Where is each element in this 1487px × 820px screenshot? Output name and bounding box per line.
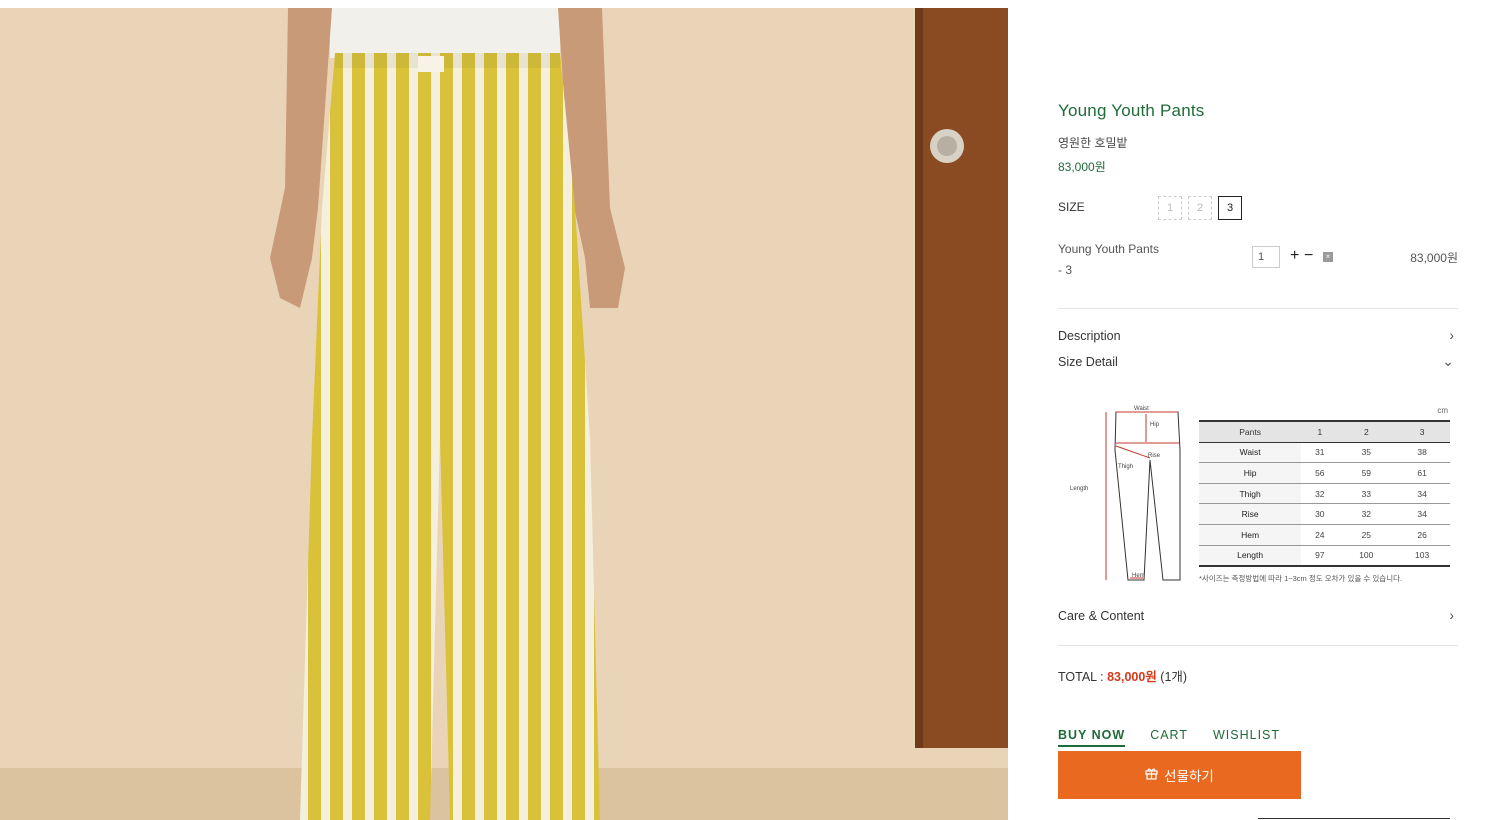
gift-button-label: 선물하기 <box>1164 769 1214 784</box>
chevron-right-icon: › <box>1449 327 1454 343</box>
purchase-actions: BUY NOW CART WISHLIST <box>1058 728 1305 747</box>
table-cell: 56 <box>1301 462 1339 484</box>
accordion-care-content-label: Care & Content <box>1058 609 1145 623</box>
table-cell: 34 <box>1394 503 1450 525</box>
table-cell: 26 <box>1394 524 1450 546</box>
table-cell: 24 <box>1301 524 1339 546</box>
row-label: Length <box>1199 545 1302 568</box>
table-cell: 103 <box>1394 545 1450 568</box>
table-cell: 31 <box>1301 442 1339 464</box>
buy-now-button[interactable]: BUY NOW <box>1058 728 1126 747</box>
table-cell: 35 <box>1338 442 1395 464</box>
table-cell: 33 <box>1338 483 1395 505</box>
table-row: Hem 24 25 26 <box>1199 524 1450 546</box>
gift-button[interactable]: 선물하기 <box>1058 751 1301 799</box>
selected-option-line1: Young Youth Pants <box>1058 242 1159 256</box>
table-cell: 25 <box>1338 524 1395 546</box>
selected-option-price: 83,000원 <box>1410 251 1458 265</box>
total-price: TOTAL : 83,000원 (1개) <box>1058 666 1187 685</box>
product-image <box>0 8 1008 820</box>
product-price: 83,000원 <box>1058 160 1106 174</box>
pants-diagram: Waist Hip Rise Thigh Length Hem <box>1070 406 1181 581</box>
selected-option-name: Young Youth Pants - 3 <box>1058 239 1218 281</box>
total-count: (1개) <box>1156 670 1188 684</box>
size-label: SIZE <box>1058 200 1085 214</box>
diagram-label-hem: Hem <box>1132 573 1145 579</box>
divider <box>1058 308 1458 309</box>
table-row: Waist 31 35 38 <box>1199 442 1450 464</box>
wishlist-button[interactable]: WISHLIST <box>1213 728 1280 747</box>
row-label: Hip <box>1199 462 1302 484</box>
selected-option-line2: - 3 <box>1058 263 1073 277</box>
product-info-panel: Young Youth Pants 영원한 호밀밭 83,000원 SIZE 1… <box>1058 0 1458 820</box>
chevron-down-icon: ⌄ <box>1442 353 1454 369</box>
size-option-1[interactable]: 1 <box>1158 196 1182 220</box>
size-note: *사이즈는 측정방법에 따라 1~3cm 정도 오차가 있을 수 있습니다. <box>1199 574 1403 583</box>
accordion-care-content[interactable]: Care & Content › <box>1058 607 1458 623</box>
size-table-header-cell: 2 <box>1338 419 1395 443</box>
row-label: Waist <box>1199 442 1302 464</box>
divider <box>1058 645 1458 646</box>
size-unit-label: cm <box>1437 406 1448 415</box>
diagram-label-thigh: Thigh <box>1118 464 1133 470</box>
quantity-increase-button[interactable]: + <box>1290 247 1299 265</box>
total-label: TOTAL : <box>1058 670 1108 684</box>
table-row: Length 97 100 103 <box>1199 545 1450 568</box>
table-cell: 61 <box>1394 462 1450 484</box>
diagram-label-rise: Rise <box>1148 453 1161 459</box>
diagram-label-length: Length <box>1070 486 1088 492</box>
cart-button[interactable]: CART <box>1150 728 1188 747</box>
chevron-right-icon: › <box>1449 607 1454 623</box>
row-label: Rise <box>1199 503 1302 525</box>
size-table-header-cell: Pants <box>1199 419 1302 443</box>
diagram-label-hip: Hip <box>1150 422 1160 428</box>
accordion-description[interactable]: Description › <box>1058 327 1458 343</box>
size-table-header: Pants 1 2 3 <box>1199 419 1450 443</box>
size-option-3[interactable]: 3 <box>1218 196 1242 220</box>
accordion-description-label: Description <box>1058 329 1121 343</box>
product-subtitle: 영원한 호밀밭 <box>1058 136 1128 150</box>
size-detail-panel: Waist Hip Rise Thigh Length Hem cm Pants… <box>1068 400 1458 590</box>
row-label: Thigh <box>1199 483 1302 505</box>
table-cell: 34 <box>1394 483 1450 505</box>
gift-icon <box>1145 767 1158 783</box>
size-table-header-cell: 1 <box>1301 419 1339 443</box>
table-row: Hip 56 59 61 <box>1199 462 1450 484</box>
row-label: Hem <box>1199 524 1302 546</box>
quantity-input[interactable]: 1 <box>1252 246 1280 268</box>
table-cell: 59 <box>1338 462 1395 484</box>
remove-option-button[interactable]: × <box>1323 252 1333 262</box>
table-row: Rise 30 32 34 <box>1199 503 1450 525</box>
table-cell: 38 <box>1394 442 1450 464</box>
size-table: Pants 1 2 3 Waist 31 35 38 Hip 56 59 61 <box>1199 419 1450 568</box>
table-cell: 100 <box>1338 545 1395 568</box>
quantity-decrease-button[interactable]: − <box>1304 247 1313 265</box>
accordion-size-detail-label: Size Detail <box>1058 355 1118 369</box>
accordion-size-detail[interactable]: Size Detail ⌄ <box>1058 353 1458 369</box>
diagram-label-waist: Waist <box>1134 406 1149 412</box>
total-amount: 83,000원 <box>1107 670 1157 684</box>
divider <box>1258 818 1450 819</box>
table-cell: 30 <box>1301 503 1339 525</box>
product-title: Young Youth Pants <box>1058 101 1205 120</box>
table-row: Thigh 32 33 34 <box>1199 483 1450 505</box>
size-table-header-cell: 3 <box>1394 419 1450 443</box>
size-options: 1 2 3 <box>1158 196 1242 220</box>
product-photo <box>0 8 1008 820</box>
table-cell: 32 <box>1338 503 1395 525</box>
table-cell: 32 <box>1301 483 1339 505</box>
table-cell: 97 <box>1301 545 1339 568</box>
size-option-2[interactable]: 2 <box>1188 196 1212 220</box>
